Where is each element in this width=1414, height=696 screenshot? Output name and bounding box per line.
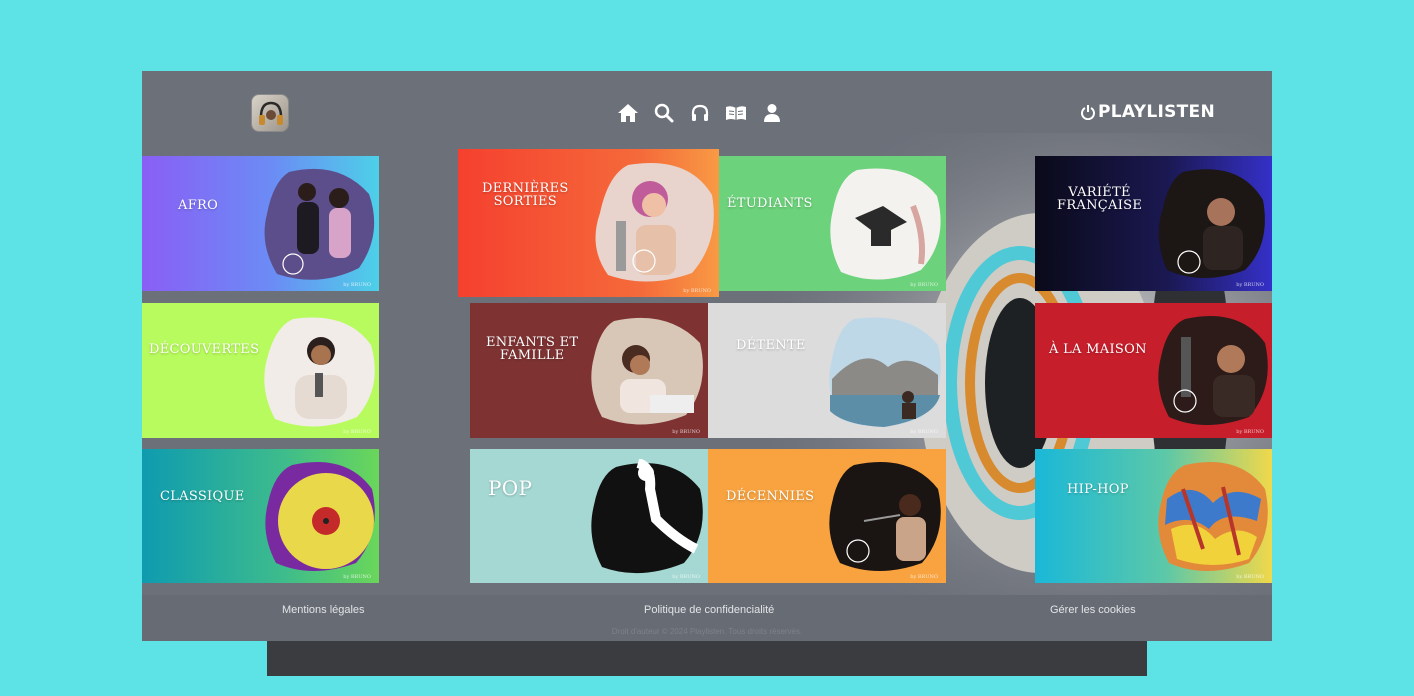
tile-credit: by BRUNO	[910, 574, 938, 580]
book-icon	[726, 106, 746, 120]
header: PLAYLISTEN	[142, 71, 1272, 155]
tile-credit: by BRUNO	[343, 574, 371, 580]
tile-artwork	[264, 317, 375, 427]
account-nav-button[interactable]	[760, 101, 784, 125]
tile-label: HIP-HOP	[1067, 482, 1129, 497]
tile-artwork	[591, 459, 703, 574]
tile-label: ÉTUDIANTS	[727, 196, 813, 211]
tile-artwork	[591, 317, 703, 425]
brand-logo[interactable]: PLAYLISTEN	[1080, 102, 1215, 122]
tile-label: POP	[488, 476, 533, 500]
tile-label: CLASSIQUE	[160, 489, 245, 504]
app-logo[interactable]	[251, 94, 289, 132]
playlist-tile-decennies[interactable]: DÉCENNIES by BRUNO	[708, 449, 946, 583]
tile-label: DÉTENTE	[736, 338, 806, 353]
playlist-tile-etudiants[interactable]: ÉTUDIANTS by BRUNO	[719, 156, 946, 291]
playlist-tile-decouvertes[interactable]: DÉCOUVERTES by BRUNO	[142, 303, 379, 438]
tile-artwork	[265, 462, 375, 571]
tile-credit: by BRUNO	[1236, 429, 1264, 435]
playlist-tile-detente[interactable]: DÉTENTE by BRUNO	[708, 303, 946, 438]
search-nav-button[interactable]	[652, 101, 676, 125]
tile-credit: by BRUNO	[672, 429, 700, 435]
tile-credit: by BRUNO	[672, 574, 700, 580]
tile-label: AFRO	[178, 198, 219, 213]
footer: Mentions légales Politique de confidenci…	[142, 595, 1272, 641]
playlist-tile-dernieres-sorties[interactable]: DERNIÈRES SORTIES by BRUNO	[458, 149, 719, 297]
home-nav-button[interactable]	[616, 101, 640, 125]
playlist-tile-hip-hop[interactable]: HIP-HOP by BRUNO	[1035, 449, 1272, 583]
copyright-text: Droit d'auteur © 2024 Playlisten. Tous d…	[611, 627, 803, 636]
playlist-tile-variete-francaise[interactable]: VARIÉTÉ FRANÇAISE by BRUNO	[1035, 156, 1272, 291]
playlist-tile-enfants-et-famille[interactable]: ENFANTS ET FAMILLE by BRUNO	[470, 303, 708, 438]
manage-cookies-link[interactable]: Gérer les cookies	[1050, 604, 1136, 616]
tile-credit: by BRUNO	[343, 282, 371, 288]
tile-label: DÉCENNIES	[726, 489, 815, 504]
tile-artwork	[829, 317, 941, 427]
main-nav	[616, 101, 784, 125]
playlist-tile-afro[interactable]: AFRO by BRUNO	[142, 156, 379, 291]
tile-artwork	[1158, 316, 1268, 425]
tile-artwork	[1158, 169, 1265, 278]
user-icon	[764, 104, 780, 122]
tile-credit: by BRUNO	[683, 288, 711, 294]
playlist-tile-pop[interactable]: POP by BRUNO	[470, 449, 708, 583]
app-window: PLAYLISTEN AFRO by BRUNO DERNIÈRES SORTI…	[142, 71, 1272, 641]
tile-label: À LA MAISON	[1049, 342, 1147, 357]
tile-credit: by BRUNO	[1236, 574, 1264, 580]
tile-artwork	[1158, 462, 1268, 571]
privacy-policy-link[interactable]: Politique de confidencialité	[644, 604, 774, 616]
tile-credit: by BRUNO	[1236, 282, 1264, 288]
tile-credit: by BRUNO	[910, 282, 938, 288]
tile-label: VARIÉTÉ FRANÇAISE	[1057, 185, 1143, 213]
tile-label: DERNIÈRES SORTIES	[482, 181, 569, 209]
bottom-bar	[267, 640, 1147, 676]
headphones-icon	[691, 104, 709, 121]
search-icon	[654, 103, 674, 123]
tile-artwork	[264, 168, 375, 280]
tile-artwork	[595, 163, 714, 282]
tile-artwork	[829, 462, 941, 571]
library-nav-button[interactable]	[724, 101, 748, 125]
tile-label: ENFANTS ET FAMILLE	[486, 335, 579, 363]
listen-nav-button[interactable]	[688, 101, 712, 125]
playlist-tile-a-la-maison[interactable]: À LA MAISON by BRUNO	[1035, 303, 1272, 438]
tile-credit: by BRUNO	[343, 429, 371, 435]
brand-name: PLAYLISTEN	[1098, 102, 1215, 122]
tile-label: DÉCOUVERTES	[149, 342, 260, 357]
playlist-tile-classique[interactable]: CLASSIQUE by BRUNO	[142, 449, 379, 583]
tile-artwork	[830, 168, 941, 280]
tile-credit: by BRUNO	[910, 429, 938, 435]
legal-notice-link[interactable]: Mentions légales	[282, 604, 365, 616]
power-icon	[1081, 105, 1095, 120]
home-icon	[618, 104, 638, 122]
